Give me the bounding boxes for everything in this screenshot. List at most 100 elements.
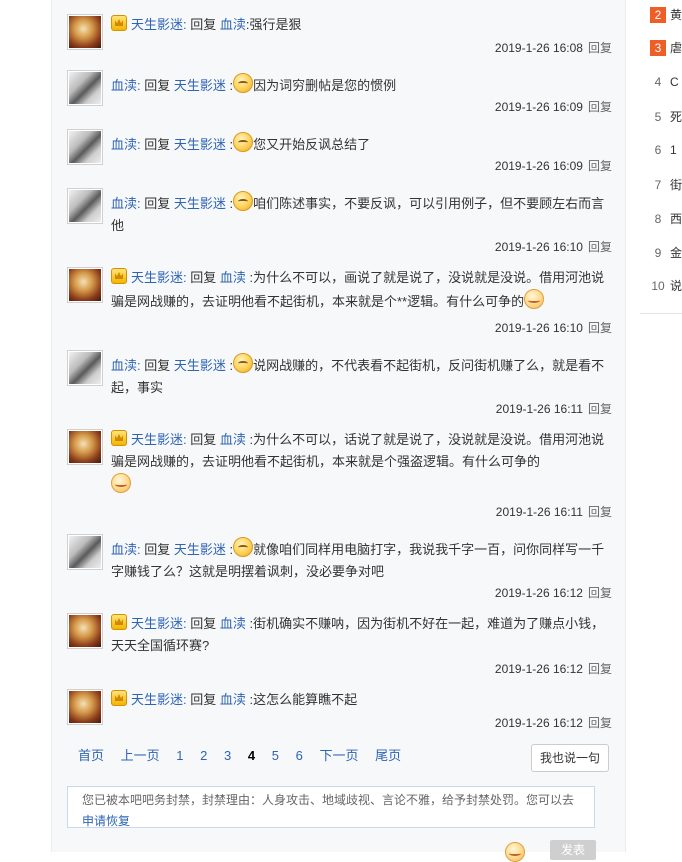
avatar[interactable] (67, 613, 103, 649)
ban-notice: 您已被本吧吧务封禁，封禁理由：人身攻击、地域歧视、言论不雅，给予封禁处罚。您可以… (67, 786, 595, 828)
appeal-link[interactable]: 申请恢复 (82, 814, 130, 828)
rank-item[interactable]: 9金 (650, 244, 682, 264)
reply-item: 天生影迷: 回复 血渎 :为什么不可以，话说了就是说了，没说就是没说。借用河池说… (67, 429, 612, 521)
publish-button[interactable]: 发表 (550, 840, 596, 860)
pagination-last[interactable]: 尾页 (375, 748, 401, 763)
avatar[interactable] (67, 129, 103, 165)
rank-item[interactable]: 7街 (650, 176, 682, 196)
emoji-picker-icon[interactable] (505, 842, 525, 862)
reply-target-user[interactable]: 血渎 (220, 17, 246, 32)
pagination-page[interactable]: 3 (224, 748, 231, 763)
rank-title[interactable]: 街 (670, 178, 682, 192)
reply-item: 天生影迷: 回复 血渎 :这怎么能算瞧不起 2019-1-26 16:12 回复 (67, 689, 612, 735)
reply-username[interactable]: 天生影迷 (131, 270, 183, 285)
reply-meta: 2019-1-26 16:10 回复 (495, 319, 612, 336)
reply-target-user[interactable]: 血渎 (220, 432, 246, 447)
say-something-button[interactable]: 我也说一句 (531, 744, 609, 772)
reply-link[interactable]: 回复 (588, 586, 612, 600)
reply-meta: 2019-1-26 16:11 回复 (496, 400, 612, 417)
avatar[interactable] (67, 70, 103, 106)
smile-emoji-icon (233, 353, 254, 373)
reply-target-user[interactable]: 血渎 (220, 616, 246, 631)
reply-time: 2019-1-26 16:12 (494, 716, 583, 730)
rank-number: 3 (650, 40, 666, 56)
rank-title[interactable]: 1 (670, 143, 677, 157)
crown-icon (111, 430, 127, 446)
avatar[interactable] (67, 689, 103, 725)
reply-username[interactable]: 天生影迷 (131, 616, 183, 631)
pagination-page[interactable]: 1 (176, 748, 183, 763)
reply-target-user[interactable]: 天生影迷 (174, 137, 226, 152)
crown-icon (111, 690, 127, 706)
reply-link[interactable]: 回复 (588, 716, 612, 730)
rank-item[interactable]: 4C (650, 74, 682, 94)
avatar[interactable] (67, 14, 103, 50)
reply-target-user[interactable]: 天生影迷 (174, 358, 226, 373)
reply-username[interactable]: 血渎 (111, 542, 137, 557)
reply-username[interactable]: 血渎 (111, 137, 137, 152)
rank-title[interactable]: 虐 (670, 41, 682, 55)
avatar[interactable] (67, 188, 103, 224)
avatar[interactable] (67, 350, 103, 386)
rank-title[interactable]: 西 (670, 212, 682, 226)
reply-link[interactable]: 回复 (588, 240, 612, 254)
rank-title[interactable]: 黄 (670, 8, 682, 22)
pagination-current-page: 4 (247, 748, 256, 763)
reply-content: 天生影迷: 回复 血渎 :这怎么能算瞧不起 (111, 689, 611, 711)
reply-meta: 2019-1-26 16:09 回复 (495, 157, 612, 174)
reply-meta: 2019-1-26 16:08 回复 (495, 39, 612, 56)
rank-title[interactable]: 说 (670, 279, 682, 293)
reply-text: 因为词穷删帖是您的惯例 (253, 78, 397, 93)
avatar[interactable] (67, 534, 103, 570)
reply-text: 您又开始反讽总结了 (253, 137, 371, 152)
reply-username[interactable]: 血渎 (111, 196, 137, 211)
reply-verb: 回复 (144, 542, 171, 557)
pagination-prev[interactable]: 上一页 (121, 748, 160, 763)
rank-item[interactable]: 10 说 (650, 277, 682, 297)
avatar[interactable] (67, 429, 103, 465)
reply-target-user[interactable]: 天生影迷 (174, 78, 226, 93)
pagination-first[interactable]: 首页 (78, 748, 104, 763)
reply-username[interactable]: 天生影迷 (131, 432, 183, 447)
rank-title[interactable]: C (670, 75, 679, 89)
reply-item: 天生影迷: 回复 血渎 :街机确实不赚呐，因为街机不好在一起，难道为了赚点小钱，… (67, 613, 612, 683)
reply-link[interactable]: 回复 (588, 402, 612, 416)
rank-item[interactable]: 8西 (650, 210, 682, 230)
reply-username[interactable]: 血渎 (111, 358, 137, 373)
pagination-page[interactable]: 6 (296, 748, 303, 763)
reply-target-user[interactable]: 血渎 (220, 270, 246, 285)
reply-username[interactable]: 天生影迷 (131, 692, 183, 707)
reply-meta: 2019-1-26 16:10 回复 (495, 238, 612, 255)
avatar[interactable] (67, 267, 103, 303)
reply-meta: 2019-1-26 16:12 回复 (495, 660, 612, 677)
rank-item[interactable]: 3虐 (650, 39, 682, 59)
crown-icon (111, 614, 127, 630)
reply-link[interactable]: 回复 (588, 159, 612, 173)
reply-content: 天生影迷: 回复 血渎:强行是狠 (111, 14, 611, 36)
pagination-page[interactable]: 2 (200, 748, 207, 763)
pagination-next[interactable]: 下一页 (319, 748, 358, 763)
rank-number: 4 (654, 75, 662, 89)
reply-link[interactable]: 回复 (588, 100, 612, 114)
pagination: 首页 上一页 1 2 3 4 5 6 下一页 尾页 (78, 745, 414, 764)
smile-emoji-icon (233, 73, 254, 93)
reply-target-user[interactable]: 天生影迷 (174, 196, 226, 211)
reply-link[interactable]: 回复 (588, 505, 612, 519)
reply-time: 2019-1-26 16:10 (494, 321, 583, 335)
reply-target-user[interactable]: 天生影迷 (174, 542, 226, 557)
reply-link[interactable]: 回复 (588, 41, 612, 55)
reply-link[interactable]: 回复 (588, 662, 612, 676)
reply-username[interactable]: 血渎 (111, 78, 137, 93)
reply-link[interactable]: 回复 (588, 321, 612, 335)
rank-title[interactable]: 金 (670, 246, 682, 260)
smile-emoji-icon (233, 191, 254, 211)
reply-content: 天生影迷: 回复 血渎 :为什么不可以，画说了就是说了，没说就是没说。借用河池说… (111, 268, 605, 309)
reply-target-user[interactable]: 血渎 (220, 692, 246, 707)
rank-item[interactable]: 2黄 (650, 6, 682, 26)
pagination-page[interactable]: 5 (272, 748, 279, 763)
reply-item: 血渎: 回复 天生影迷 : 您又开始反讽总结了 2019-1-26 16:09 回复 (67, 129, 612, 175)
rank-item[interactable]: 5死 (650, 108, 682, 128)
reply-username[interactable]: 天生影迷 (131, 17, 183, 32)
rank-item[interactable]: 61 (650, 142, 682, 162)
rank-title[interactable]: 死 (670, 110, 682, 124)
